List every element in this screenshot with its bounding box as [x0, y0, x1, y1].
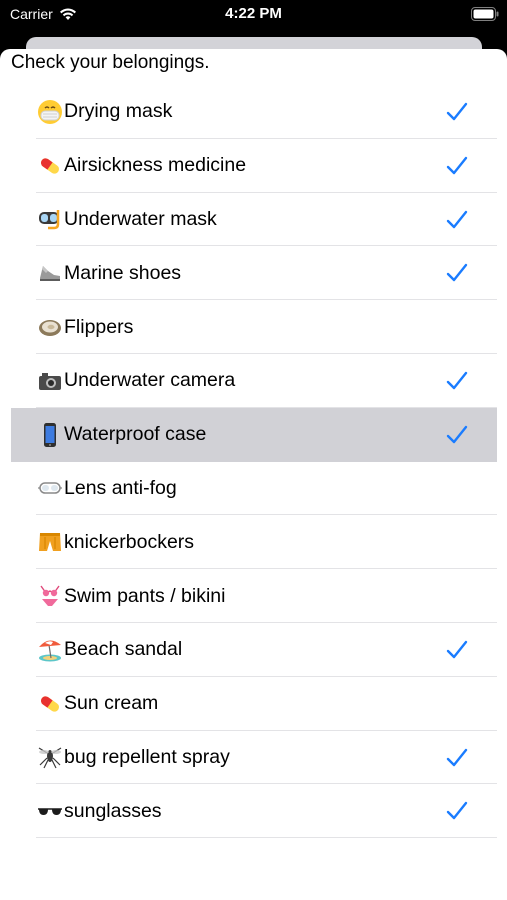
- battery-icon: [471, 7, 499, 21]
- mobile-phone-icon: [36, 422, 64, 448]
- list-item-label: sunglasses: [64, 799, 162, 822]
- list-item-label: Waterproof case: [64, 423, 207, 446]
- list-item[interactable]: Drying mask: [0, 85, 507, 139]
- list-item-label: Lens anti-fog: [64, 476, 177, 499]
- list-item[interactable]: Airsickness medicine: [0, 139, 507, 193]
- list-item-label: Sun cream: [64, 692, 159, 715]
- list-item[interactable]: Lens anti-fog: [0, 462, 507, 516]
- pill-icon: [36, 691, 64, 717]
- list-item[interactable]: Underwater camera: [0, 354, 507, 408]
- beach-umbrella-icon: [36, 637, 64, 663]
- bikini-icon: [36, 583, 64, 609]
- status-bar: Carrier 4:22 PM: [0, 0, 507, 30]
- checkmark-icon: [446, 102, 468, 122]
- belongings-list: Drying mask Airsickness medicine Underwate…: [0, 85, 507, 839]
- list-item-label: Swim pants / bikini: [64, 584, 226, 607]
- list-item-label: Underwater mask: [64, 207, 217, 230]
- list-item-label: Airsickness medicine: [64, 154, 247, 177]
- checkmark-icon: [446, 801, 468, 821]
- checkmark-icon: [446, 425, 468, 445]
- list-item-label: Marine shoes: [64, 261, 182, 284]
- list-item[interactable]: Swim pants / bikini: [0, 569, 507, 623]
- goggles-icon: [36, 475, 64, 501]
- list-item[interactable]: Beach sandal: [0, 623, 507, 677]
- list-item[interactable]: bug repellent spray: [0, 731, 507, 785]
- page-title: Check your belongings.: [11, 52, 210, 73]
- checkmark-icon: [446, 640, 468, 660]
- list-item[interactable]: Flippers: [0, 300, 507, 354]
- face-with-medical-mask-icon: [36, 99, 64, 125]
- oyster-icon: [36, 314, 64, 340]
- camera-icon: [36, 368, 64, 394]
- running-shoe-icon: [36, 260, 64, 286]
- list-item-label: bug repellent spray: [64, 745, 230, 768]
- shorts-icon: [36, 529, 64, 555]
- list-item[interactable]: Marine shoes: [0, 246, 507, 301]
- list-item-label: Underwater camera: [64, 369, 236, 392]
- list-item[interactable]: Waterproof case: [11, 407, 497, 462]
- checkmark-icon: [446, 371, 468, 391]
- checkmark-icon: [446, 156, 468, 176]
- list-item[interactable]: Sun cream: [0, 677, 507, 731]
- list-item-label: Flippers: [64, 315, 134, 338]
- list-item[interactable]: knickerbockers: [0, 515, 507, 570]
- list-item[interactable]: sunglasses: [0, 784, 507, 839]
- list-item-label: Beach sandal: [64, 638, 183, 661]
- belongings-sheet: Check your belongings. Drying mask Airsic…: [0, 49, 507, 900]
- list-item-label: Drying mask: [64, 100, 173, 123]
- row-separator: [36, 837, 497, 839]
- diving-mask-icon: [36, 206, 64, 232]
- status-time: 4:22 PM: [225, 5, 282, 22]
- list-item[interactable]: Underwater mask: [0, 193, 507, 247]
- mosquito-icon: [36, 744, 64, 770]
- sunglasses-icon: [36, 798, 64, 824]
- list-item-label: knickerbockers: [64, 530, 195, 553]
- pill-icon: [36, 153, 64, 179]
- checkmark-icon: [446, 748, 468, 768]
- checkmark-icon: [446, 263, 468, 283]
- checkmark-icon: [446, 210, 468, 230]
